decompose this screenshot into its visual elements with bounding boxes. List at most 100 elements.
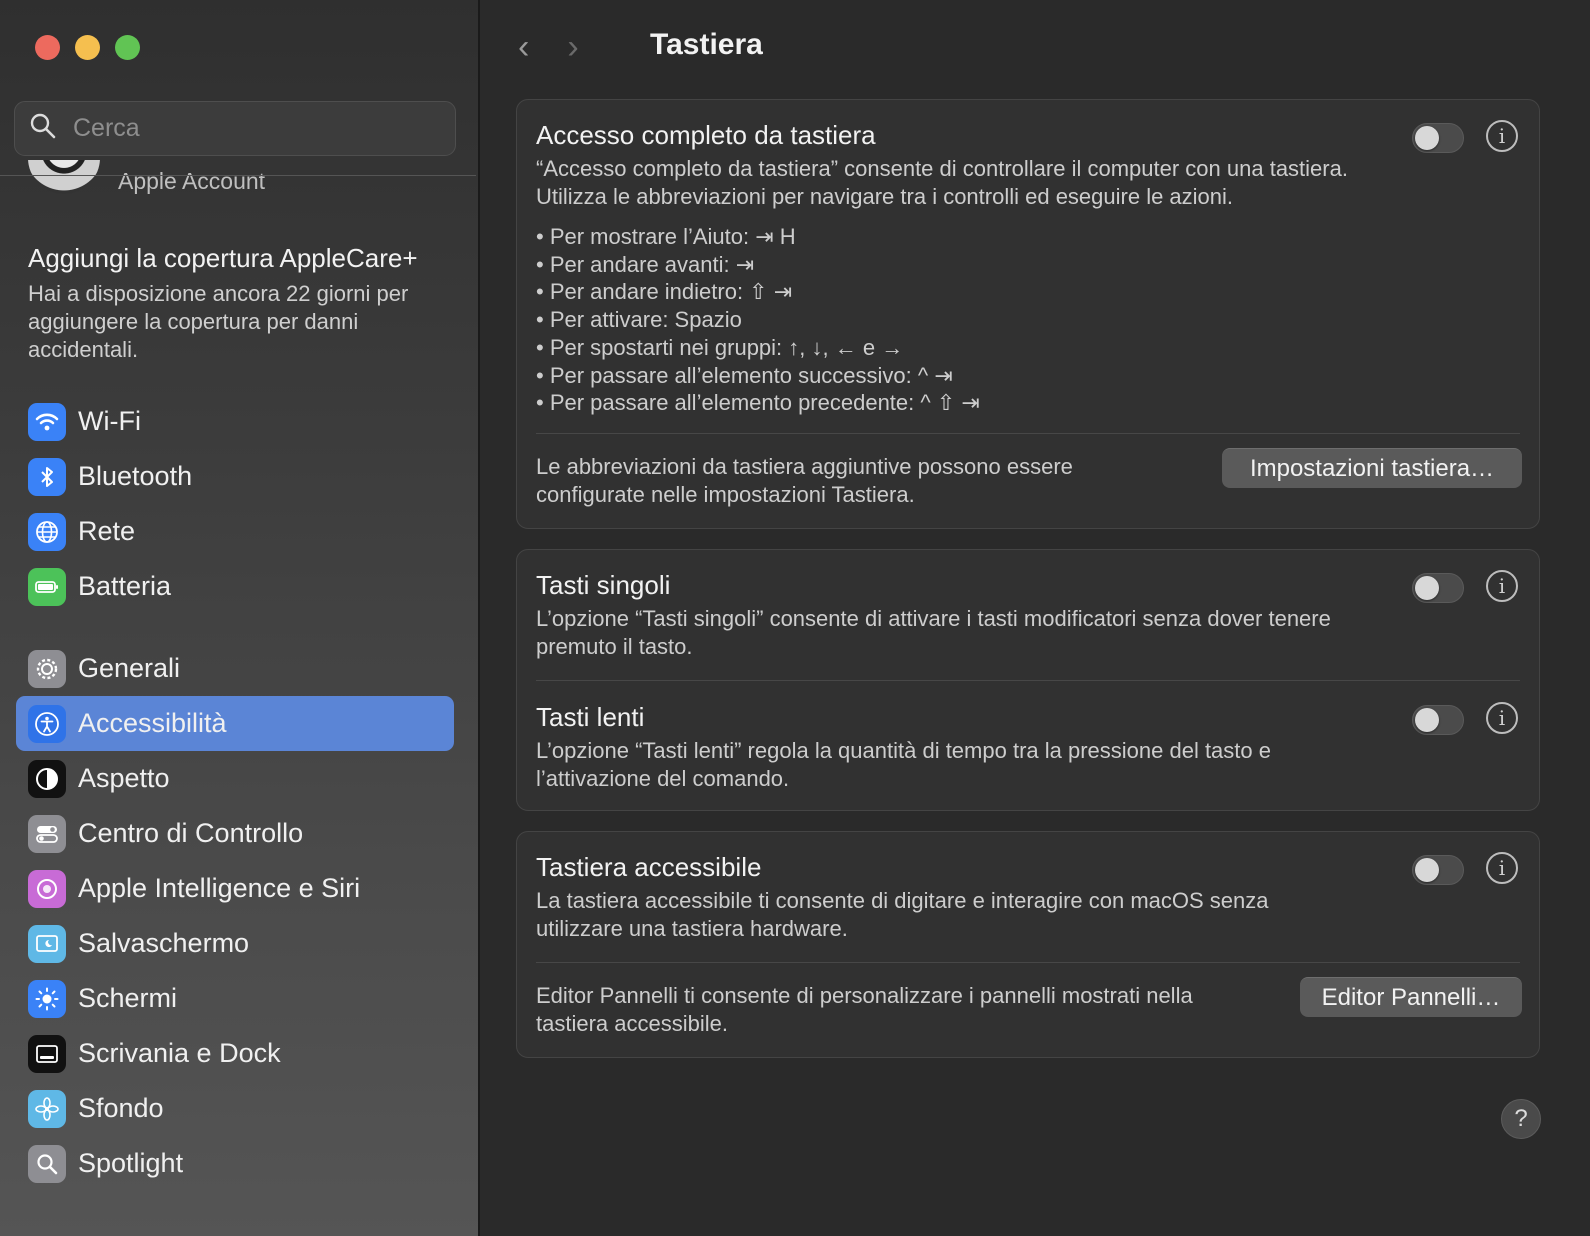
search-input[interactable] [71, 113, 435, 144]
sidebar-item-label: Scrivania e Dock [78, 1038, 281, 1068]
sidebar-item-label: Accessibilità [78, 708, 227, 738]
sidebar-item-label: Batteria [78, 571, 172, 601]
full-keyboard-access-title: Accesso completo da tastiera [536, 120, 876, 150]
bluetooth-icon [28, 457, 66, 496]
sidebar-item-aspetto[interactable]: Aspetto [16, 751, 454, 806]
magnifier-icon [28, 1144, 66, 1183]
full-keyboard-access-toggle[interactable] [1412, 123, 1464, 153]
keyboard-settings-note: Le abbreviazioni da tastiera aggiuntive … [536, 454, 1073, 507]
sidebar-item-label: Centro di Controllo [78, 818, 304, 848]
accessible-keyboard-title: Tastiera accessibile [536, 852, 762, 882]
slow-keys-title: Tasti lenti [536, 702, 645, 732]
row-divider [536, 680, 1520, 681]
siri-icon [28, 869, 66, 908]
sidebar-item-label: Sfondo [78, 1093, 164, 1123]
full-keyboard-access-row: Accesso completo da tastiera “Accesso co… [536, 120, 1379, 417]
sidebar-divider [0, 175, 476, 176]
full-keyboard-access-description: “Accesso completo da tastiera” consente … [536, 156, 1348, 209]
sidebar-item-label: Apple Intelligence e Siri [78, 873, 361, 903]
sidebar: Apple Account Aggiungi la copertura Appl… [0, 0, 480, 1236]
applecare-text: Hai a disposizione ancora 22 giorni per … [28, 281, 409, 362]
accessible-keyboard-card: Tastiera accessibile La tastiera accessi… [516, 831, 1540, 1058]
sidebar-item-apple-intelligence-e-siri[interactable]: Apple Intelligence e Siri [16, 861, 454, 916]
shortcut-item: Per passare all’elemento precedente: ^ ⇧… [536, 389, 1379, 417]
shortcut-item: Per mostrare l’Aiuto: ⇥ H [536, 223, 1379, 251]
sticky-keys-title: Tasti singoli [536, 570, 671, 600]
shortcut-list: Per mostrare l’Aiuto: ⇥ HPer andare avan… [536, 223, 1379, 417]
slow-keys-info-icon[interactable]: i [1486, 702, 1518, 734]
search-field[interactable] [14, 101, 456, 156]
screensaver-icon [28, 924, 66, 963]
panel-editor-button[interactable]: Editor Pannelli… [1300, 977, 1522, 1017]
shortcut-item: Per spostarti nei gruppi: ↑, ↓, ← e → [536, 334, 1379, 362]
accessible-keyboard-row: Tastiera accessibile La tastiera accessi… [536, 852, 1339, 943]
keyboard-settings-row: Le abbreviazioni da tastiera aggiuntive … [536, 453, 1099, 509]
sidebar-item-schermi[interactable]: Schermi [16, 971, 454, 1026]
page-title: Tastiera [650, 28, 763, 61]
shortcut-item: Per andare indietro: ⇧ ⇥ [536, 278, 1379, 306]
apple-account-label: Apple Account [118, 168, 266, 194]
sidebar-item-rete[interactable]: Rete [16, 504, 454, 559]
sticky-slow-keys-card: Tasti singoli L’opzione “Tasti singoli” … [516, 549, 1540, 811]
sidebar-item-spotlight[interactable]: Spotlight [16, 1136, 454, 1191]
sidebar-item-sfondo[interactable]: Sfondo [16, 1081, 454, 1136]
shortcut-item: Per passare all’elemento successivo: ^ ⇥ [536, 362, 1379, 390]
flower-icon [28, 1089, 66, 1128]
sidebar-item-batteria[interactable]: Batteria [16, 559, 454, 614]
sidebar-item-label: Bluetooth [78, 461, 193, 491]
slow-keys-description: L’opzione “Tasti lenti” regola la quanti… [536, 738, 1271, 791]
close-window-button[interactable] [35, 35, 60, 60]
help-button[interactable]: ? [1501, 1099, 1541, 1139]
sidebar-item-bluetooth[interactable]: Bluetooth [16, 449, 454, 504]
back-chevron-icon[interactable]: ‹ [518, 28, 529, 67]
sidebar-item-generali[interactable]: Generali [16, 641, 454, 696]
row-divider [536, 962, 1520, 963]
sidebar-item-scrivania-e-dock[interactable]: Scrivania e Dock [16, 1026, 454, 1081]
sidebar-item-label: Schermi [78, 983, 178, 1013]
full-keyboard-access-info-icon[interactable]: i [1486, 120, 1518, 152]
sidebar-item-accessibilita[interactable]: Accessibilità [16, 696, 454, 751]
control-center-icon [28, 814, 66, 853]
dock-icon [28, 1034, 66, 1073]
zoom-window-button[interactable] [115, 35, 140, 60]
sticky-keys-row: Tasti singoli L’opzione “Tasti singoli” … [536, 570, 1399, 661]
sticky-keys-description: L’opzione “Tasti singoli” consente di at… [536, 606, 1331, 659]
accessibility-icon [28, 704, 66, 743]
forward-chevron-icon[interactable]: › [567, 28, 578, 67]
sidebar-item-label: Generali [78, 653, 181, 683]
window-controls [35, 35, 140, 60]
sidebar-item-label: Spotlight [78, 1148, 184, 1178]
sidebar-item-wi-fi[interactable]: Wi-Fi [16, 394, 454, 449]
sidebar-item-salvaschermo[interactable]: Salvaschermo [16, 916, 454, 971]
sun-icon [28, 979, 66, 1018]
history-navigation: ‹ › [518, 28, 579, 67]
sidebar-item-label: Aspetto [78, 763, 170, 793]
keyboard-settings-button[interactable]: Impostazioni tastiera… [1222, 448, 1522, 488]
appearance-icon [28, 759, 66, 798]
row-divider [536, 433, 1520, 434]
sticky-keys-info-icon[interactable]: i [1486, 570, 1518, 602]
accessible-keyboard-info-icon[interactable]: i [1486, 852, 1518, 884]
search-icon [29, 112, 57, 145]
sticky-keys-toggle[interactable] [1412, 573, 1464, 603]
globe-icon [28, 512, 66, 551]
full-keyboard-access-card: Accesso completo da tastiera “Accesso co… [516, 99, 1540, 529]
panel-editor-note: Editor Pannelli ti consente di personali… [536, 983, 1193, 1036]
main-pane: ‹ › Tastiera Accesso completo da tastier… [478, 0, 1590, 1236]
accessible-keyboard-description: La tastiera accessibile ti consente di d… [536, 888, 1269, 941]
slow-keys-toggle[interactable] [1412, 705, 1464, 735]
accessible-keyboard-toggle[interactable] [1412, 855, 1464, 885]
gear-icon [28, 649, 66, 688]
slow-keys-row: Tasti lenti L’opzione “Tasti lenti” rego… [536, 702, 1339, 793]
sidebar-item-centro-di-controllo[interactable]: Centro di Controllo [16, 806, 454, 861]
sidebar-group-system: Generali Accessibilità Aspetto Centro di Co… [16, 641, 454, 1191]
panel-editor-row: Editor Pannelli ti consente di personali… [536, 982, 1209, 1038]
sidebar-item-label: Rete [78, 516, 136, 546]
minimize-window-button[interactable] [75, 35, 100, 60]
sidebar-group-connectivity: Wi-Fi Bluetooth Rete Batteria [16, 394, 454, 614]
sidebar-item-label: Wi-Fi [78, 406, 141, 436]
applecare-title: Aggiungi la copertura AppleCare+ [28, 243, 418, 273]
wifi-icon [28, 402, 66, 441]
battery-icon [28, 567, 66, 606]
applecare-promo[interactable]: Aggiungi la copertura AppleCare+ Hai a d… [28, 243, 448, 364]
